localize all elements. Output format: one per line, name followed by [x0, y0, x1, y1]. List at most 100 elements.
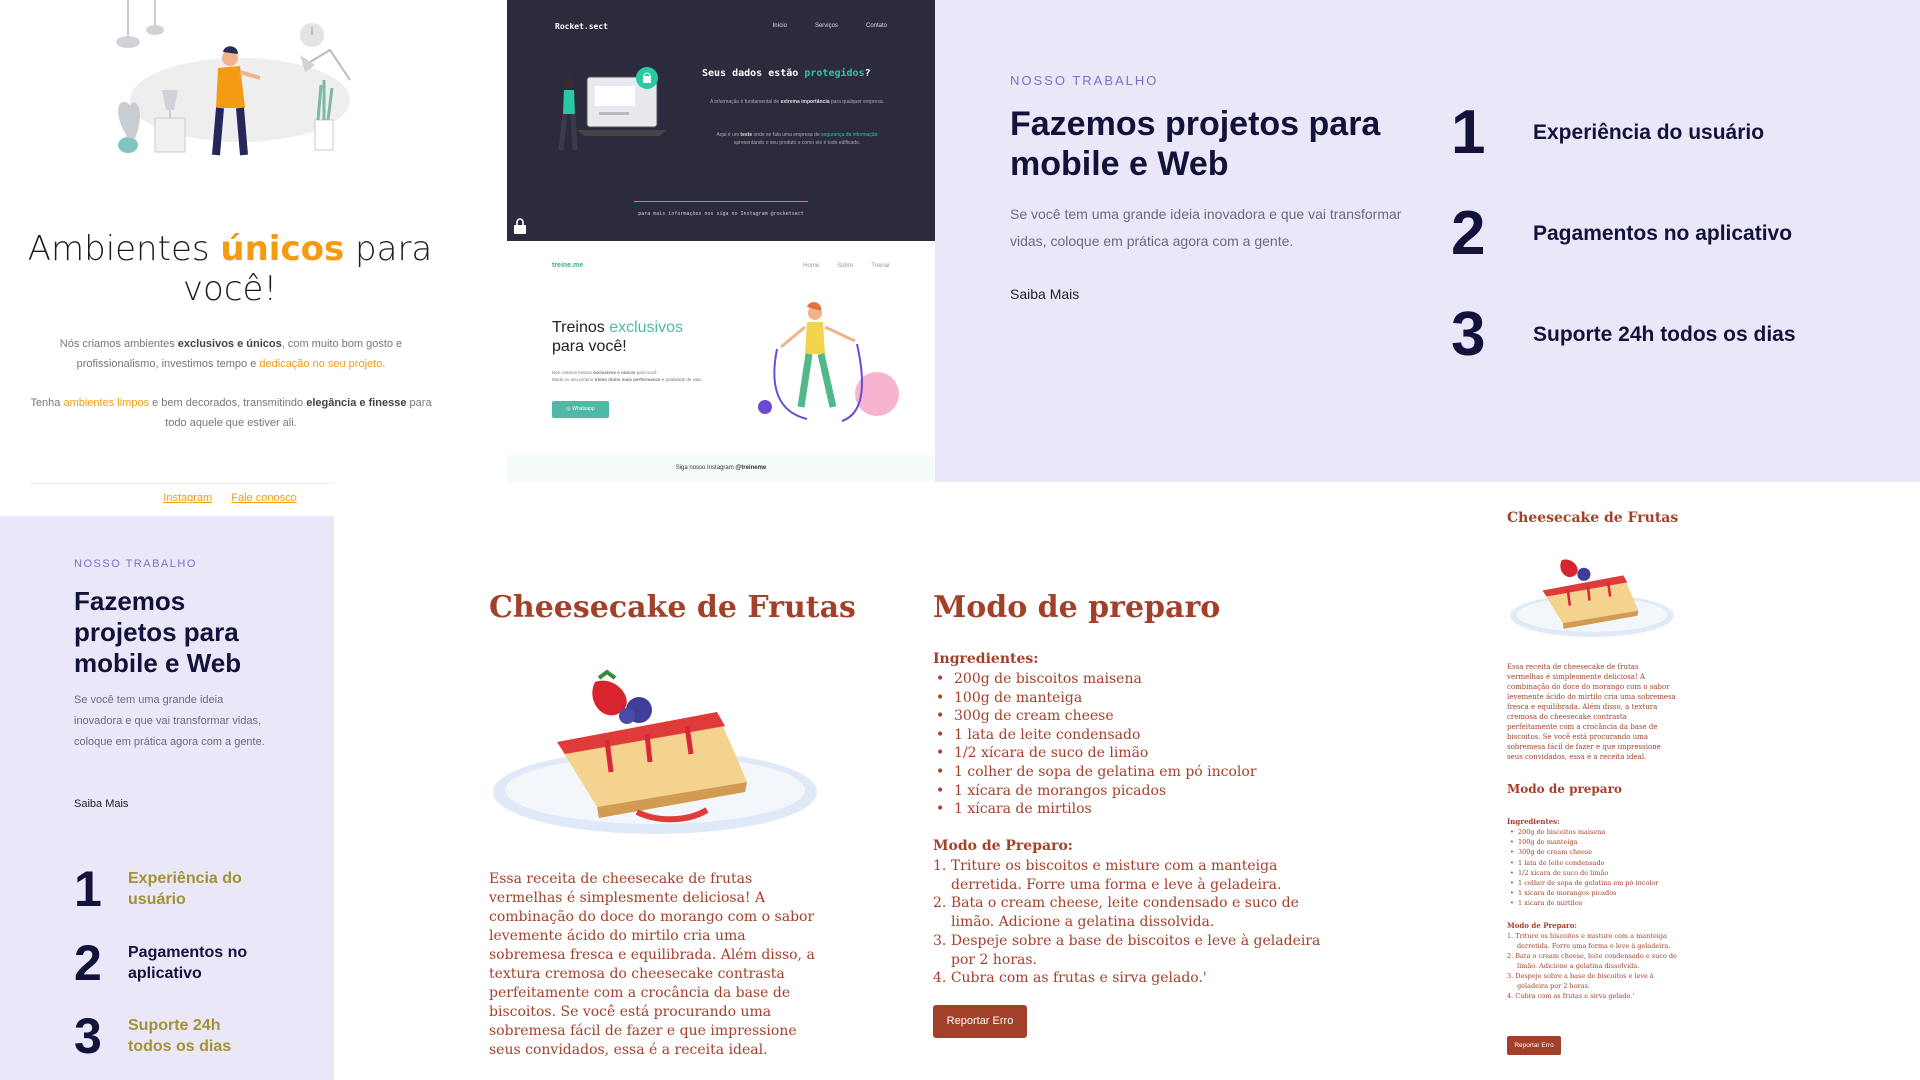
treine-section: treine.me Home Sobre Treinar Treinos exc…	[507, 241, 935, 482]
ingredients-label: Ingredientes:	[933, 651, 1039, 667]
recipe-title: Cheesecake de Frutas	[489, 590, 856, 625]
recipe-description: Essa receita de cheesecake de frutas ver…	[489, 871, 815, 1058]
rocket-footer: para mais informações nos siga no Instag…	[638, 211, 804, 217]
list-item: 4. Cubra com as frutas e sirva gelado.'	[1507, 992, 1635, 1000]
treine-text: Nós criamos treinos exclusivos e únicos …	[552, 370, 703, 382]
feature-item: 3 Suporte 24h todos os dias	[1451, 304, 1796, 366]
instagram-link[interactable]: Instagram	[163, 492, 212, 504]
nav-inicio[interactable]: Início	[773, 23, 787, 29]
ambientes-paragraph-1: Nós criamos ambientes exclusivos e único…	[59, 338, 403, 370]
list-item: 4. Cubra com as frutas e sirva gelado.'	[933, 970, 1207, 987]
treine-heading: Treinos exclusivos para você!	[552, 319, 684, 355]
steps-label: Modo de Preparo:	[1507, 921, 1577, 930]
steps-list: 1. Triture os biscoitos e misture com a …	[1507, 931, 1677, 1001]
list-item: 1 xícara de morangos picados	[933, 782, 1257, 801]
feature-number: 1	[74, 861, 102, 917]
list-item: 3. Despeje sobre a base de biscoitos e l…	[1507, 972, 1654, 990]
report-error-button[interactable]: Reportar Erro	[1507, 1036, 1561, 1055]
nav-servicos[interactable]: Serviços	[815, 23, 838, 29]
section-heading: Fazemos projetos para mobile e Web	[74, 586, 242, 678]
section-text: Se você tem uma grande ideia inovadora e…	[74, 694, 265, 748]
report-error-button[interactable]: Reportar Erro	[933, 1005, 1027, 1038]
rocket-section: Rocket.sect Início Serviços Contato Seus…	[507, 0, 935, 241]
list-item: 100g de manteiga	[933, 689, 1257, 708]
nosso-trabalho-narrow: NOSSO TRABALHO Fazemos projetos para mob…	[0, 516, 334, 1080]
list-item: 1 xícara de morangos picados	[1507, 888, 1658, 898]
nav-home[interactable]: Home	[803, 263, 819, 269]
feature-label: Experiência do usuário	[1533, 121, 1765, 144]
section-heading: Fazemos projetos para mobile e Web	[1010, 105, 1381, 183]
section-text: Se você tem uma grande ideia inovadora e…	[1010, 206, 1402, 249]
feature-label: Pagamentos no aplicativo	[1533, 222, 1793, 245]
section-kicker: NOSSO TRABALHO	[1010, 73, 1159, 88]
rocket-text-2: Aqui é um teste onde se fala uma empresa…	[716, 132, 878, 146]
contact-link[interactable]: Fale conosco	[231, 492, 296, 504]
title-text: Ambientes	[27, 229, 221, 269]
steps-label: Modo de Preparo:	[933, 838, 1073, 854]
list-item: 300g de cream cheese	[933, 707, 1257, 726]
list-item: 1. Triture os biscoitos e misture com a …	[1507, 932, 1671, 950]
ingredients-list: 200g de biscoitos maisena 100g de mantei…	[1507, 827, 1658, 909]
list-item: 200g de biscoitos maisena	[933, 670, 1257, 689]
feature-number: 3	[1451, 300, 1486, 369]
nav-treinar[interactable]: Treinar	[871, 263, 890, 269]
feature-item: 2 Pagamentos no aplicativo	[1451, 203, 1792, 265]
list-item: 200g de biscoitos maisena	[1507, 827, 1658, 837]
recipe-description: Essa receita de cheesecake de frutas ver…	[1507, 663, 1676, 761]
ambientes-paragraph-2: Tenha ambientes limpos e bem decorados, …	[30, 397, 432, 429]
section-kicker: NOSSO TRABALHO	[74, 558, 197, 570]
feature-label: Suporte 24h todos os dias	[128, 1017, 232, 1055]
rocket-text-1: A informação é fundamental de extrema im…	[709, 99, 884, 105]
ambientes-title: Ambientes únicos para você!	[0, 229, 460, 309]
treine-logo[interactable]: treine.me	[552, 262, 583, 269]
list-item: 1 xícara de mirtilos	[933, 800, 1257, 819]
list-item: 1. Triture os biscoitos e misture com a …	[933, 858, 1282, 893]
nav-contato[interactable]: Contato	[866, 23, 887, 29]
nav-sobre[interactable]: Sobre	[837, 263, 853, 269]
feature-item: 3 Suporte 24h todos os dias	[74, 1011, 268, 1061]
feature-item: 2 Pagamentos no aplicativo	[74, 938, 268, 988]
jump-rope-illustration	[758, 302, 899, 422]
feature-number: 2	[74, 935, 102, 991]
feature-label: Experiência do usuário	[128, 870, 242, 908]
recipe-narrow: Cheesecake de Frutas Essa receita de che…	[1459, 482, 1920, 1080]
method-title: Modo de preparo	[1507, 782, 1622, 796]
ingredients-label: Ingredientes:	[1507, 817, 1560, 826]
feature-label: Pagamentos no aplicativo	[128, 944, 248, 982]
treine-nav: Home Sobre Treinar	[803, 263, 890, 269]
method-title: Modo de preparo	[933, 590, 1221, 625]
laptop-illustration	[558, 67, 667, 151]
list-item: 1 xícara de mirtilos	[1507, 898, 1658, 908]
list-item: 1/2 xícara de suco de limão	[933, 744, 1257, 763]
list-item: 1 colher de sopa de gelatina em pó incol…	[1507, 878, 1658, 888]
list-item: 1 lata de leite condensado	[933, 726, 1257, 745]
feature-number: 3	[74, 1008, 102, 1064]
rocket-logo[interactable]: Rocket.sect	[555, 22, 608, 31]
lock-icon[interactable]	[513, 218, 527, 234]
saiba-mais-link[interactable]: Saiba Mais	[74, 798, 128, 810]
list-item: 3. Despeje sobre a base de biscoitos e l…	[933, 932, 1321, 968]
list-item: 2. Bata o cream cheese, leite condensado…	[1507, 952, 1677, 970]
cheesecake-image	[1510, 559, 1674, 637]
list-item: 1 lata de leite condensado	[1507, 858, 1658, 868]
feature-number: 1	[1451, 98, 1486, 167]
cheesecake-image	[493, 669, 817, 834]
feature-item: 1 Experiência do usuário	[74, 864, 268, 914]
list-item: 1 colher de sopa de gelatina em pó incol…	[933, 763, 1257, 782]
whatsapp-icon: ◎	[566, 406, 571, 412]
rocket-heading: Seus dados estão protegidos?	[702, 68, 871, 79]
list-item: 300g de cream cheese	[1507, 847, 1658, 857]
whatsapp-button[interactable]: ◎ Whatsapp	[552, 401, 609, 418]
nosso-trabalho-wide: NOSSO TRABALHO Fazemos projetos para mob…	[935, 0, 1920, 482]
feature-item: 1 Experiência do usuário	[1451, 102, 1764, 164]
recipe-title: Cheesecake de Frutas	[1507, 510, 1679, 526]
list-item: 1/2 xícara de suco de limão	[1507, 868, 1658, 878]
list-item: 2. Bata o cream cheese, leite condensado…	[933, 895, 1299, 931]
rocket-nav: Início Serviços Contato	[773, 23, 887, 29]
feature-label: Suporte 24h todos os dias	[1533, 323, 1796, 346]
ambientes-section: Ambientes únicos para você! Nós criamos …	[0, 0, 507, 516]
treine-footer: Siga nosso Instagram @treineme	[507, 455, 935, 482]
rocket-divider	[634, 201, 808, 202]
saiba-mais-link[interactable]: Saiba Mais	[1010, 286, 1079, 302]
ingredients-list: 200g de biscoitos maisena 100g de mantei…	[933, 670, 1257, 819]
